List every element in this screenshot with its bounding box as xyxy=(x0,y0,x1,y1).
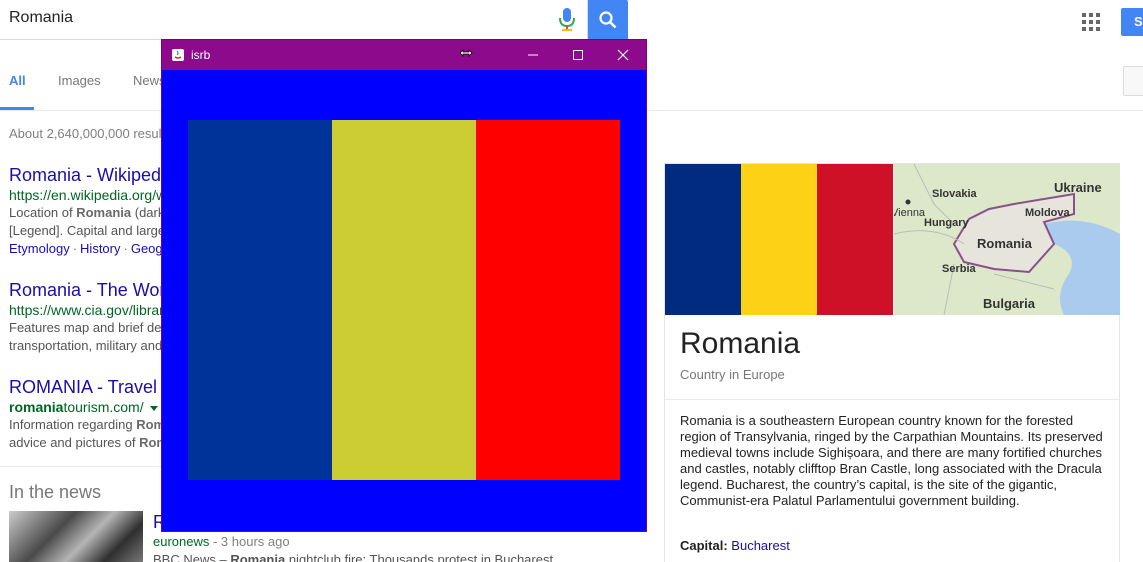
map-label-hungary: Hungary xyxy=(924,217,969,229)
kp-title: Romania xyxy=(680,327,801,360)
capital-link[interactable]: Bucharest xyxy=(731,538,790,553)
search-query-text[interactable]: Romania xyxy=(9,9,73,27)
result-stats: About 2,640,000,000 results xyxy=(9,126,172,141)
active-tab-indicator xyxy=(0,107,34,110)
drawn-tricolor-flag xyxy=(188,120,620,480)
window-title: isrb xyxy=(191,48,211,62)
tab-all[interactable]: All xyxy=(9,73,26,88)
sitelink-etymology[interactable]: Etymology xyxy=(9,241,70,256)
apps-grid-icon[interactable] xyxy=(1082,13,1100,31)
map-label-serbia: Serbia xyxy=(942,263,976,275)
map-label-vienna: Vienna xyxy=(894,207,926,219)
search-icon xyxy=(599,11,617,29)
minimize-icon xyxy=(528,54,538,56)
window-titlebar[interactable]: isrb xyxy=(162,40,646,70)
news-heading: In the news xyxy=(9,482,102,502)
divider xyxy=(665,399,1119,400)
close-icon xyxy=(617,49,629,61)
search-input[interactable]: Romania xyxy=(0,0,588,40)
flag-stripe-yellow xyxy=(332,120,476,480)
sign-in-button[interactable]: S xyxy=(1121,8,1143,36)
map-label-bulgaria: Bulgaria xyxy=(983,296,1036,311)
kp-description: Romania is a southeastern European count… xyxy=(680,413,1103,508)
map-label-moldova: Moldova xyxy=(1025,207,1070,219)
kp-subtitle: Country in Europe xyxy=(680,367,785,382)
url-dropdown-icon[interactable] xyxy=(149,405,158,411)
news-source: euronews - 3 hours ago xyxy=(153,534,290,549)
close-button[interactable] xyxy=(600,40,646,70)
map-image[interactable]: Slovakia Ukraine Vienna Moldova Hungary … xyxy=(894,164,1120,315)
app-window[interactable]: isrb xyxy=(161,39,647,532)
flag-stripe-blue xyxy=(188,120,332,480)
news-related[interactable]: BBC News – Romania nightclub fire: Thous… xyxy=(153,552,553,562)
search-header: Romania S xyxy=(0,0,1143,41)
tools-button[interactable] xyxy=(1123,66,1143,96)
romania-flag-image[interactable] xyxy=(665,164,893,315)
sitelink-history[interactable]: History xyxy=(80,241,120,256)
flag-stripe-red xyxy=(476,120,620,480)
map-label-slovakia: Slovakia xyxy=(932,188,977,200)
java-app-icon xyxy=(171,48,185,62)
knowledge-panel: Slovakia Ukraine Vienna Moldova Hungary … xyxy=(664,163,1120,562)
tab-images[interactable]: Images xyxy=(58,73,101,88)
kp-fact-capital: Capital: Bucharest xyxy=(680,538,790,553)
maximize-button[interactable] xyxy=(555,40,601,70)
maximize-icon xyxy=(573,50,583,60)
news-thumbnail[interactable] xyxy=(9,511,143,562)
microphone-icon[interactable] xyxy=(558,8,576,32)
map-label-ukraine: Ukraine xyxy=(1054,180,1102,195)
minimize-button[interactable] xyxy=(510,40,556,70)
map-label-romania: Romania xyxy=(977,236,1032,251)
search-button[interactable] xyxy=(588,0,628,40)
resize-cursor-icon xyxy=(459,45,473,57)
window-canvas xyxy=(162,70,646,531)
